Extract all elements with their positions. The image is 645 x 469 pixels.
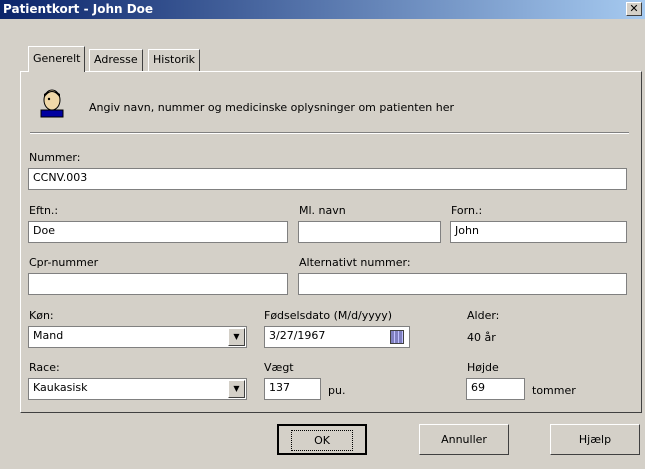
nummer-field[interactable]: CCNV.003	[28, 168, 627, 190]
koen-select[interactable]: Mand ▼	[28, 326, 247, 348]
mellemnavn-field[interactable]	[298, 221, 441, 243]
cancel-label: Annuller	[441, 433, 487, 446]
efternavn-field[interactable]: Doe	[28, 221, 288, 243]
race-value: Kaukasisk	[33, 381, 88, 394]
race-label: Race:	[29, 361, 60, 374]
vaegt-unit: pu.	[328, 384, 346, 397]
hoejde-field[interactable]: 69	[466, 378, 525, 400]
calendar-icon[interactable]	[390, 330, 404, 344]
vaegt-field[interactable]: 137	[264, 378, 321, 400]
tab-generelt[interactable]: Generelt	[28, 46, 86, 72]
help-label: Hjælp	[578, 433, 612, 446]
foedselsdato-value: 3/27/1967	[269, 329, 326, 342]
fornavn-field[interactable]: John	[450, 221, 627, 243]
patient-head-icon	[40, 89, 64, 118]
race-select[interactable]: Kaukasisk ▼	[28, 378, 247, 400]
chevron-down-icon[interactable]: ▼	[228, 380, 245, 398]
alder-label: Alder:	[467, 309, 500, 322]
cpr-field[interactable]	[28, 273, 288, 295]
help-button[interactable]: Hjælp	[550, 424, 640, 455]
tab-label: Historik	[153, 53, 196, 66]
alt-nummer-field[interactable]	[298, 273, 627, 295]
foedselsdato-label: Fødselsdato (M/d/yyyy)	[264, 309, 393, 322]
close-button[interactable]: ✕	[626, 2, 642, 16]
tab-historik[interactable]: Historik	[148, 49, 201, 71]
tab-adresse[interactable]: Adresse	[89, 49, 143, 71]
vaegt-label: Vægt	[264, 361, 294, 374]
mellemnavn-label: Ml. navn	[299, 204, 346, 217]
foedselsdato-field[interactable]: 3/27/1967	[264, 326, 410, 348]
close-icon: ✕	[629, 2, 639, 15]
cancel-button[interactable]: Annuller	[419, 424, 509, 455]
hoejde-label: Højde	[467, 361, 499, 374]
koen-label: Køn:	[29, 309, 54, 322]
ok-button[interactable]: OK	[277, 424, 367, 455]
nummer-label: Nummer:	[29, 151, 81, 164]
tab-label: Adresse	[94, 53, 138, 66]
efternavn-label: Eftn.:	[29, 204, 59, 217]
window-title: Patientkort - John Doe	[3, 2, 154, 16]
hoejde-unit: tommer	[532, 384, 576, 397]
title-bar: Patientkort - John Doe ✕	[0, 0, 645, 19]
koen-value: Mand	[33, 329, 64, 342]
separator	[30, 132, 629, 134]
tab-label: Generelt	[33, 52, 81, 65]
fornavn-label: Forn.:	[451, 204, 483, 217]
alt-nummer-label: Alternativt nummer:	[299, 256, 411, 269]
alder-value: 40 år	[467, 331, 496, 344]
intro-text: Angiv navn, nummer og medicinske oplysni…	[89, 101, 455, 114]
cpr-label: Cpr-nummer	[29, 256, 99, 269]
chevron-down-icon[interactable]: ▼	[228, 328, 245, 346]
ok-label: OK	[291, 430, 353, 451]
